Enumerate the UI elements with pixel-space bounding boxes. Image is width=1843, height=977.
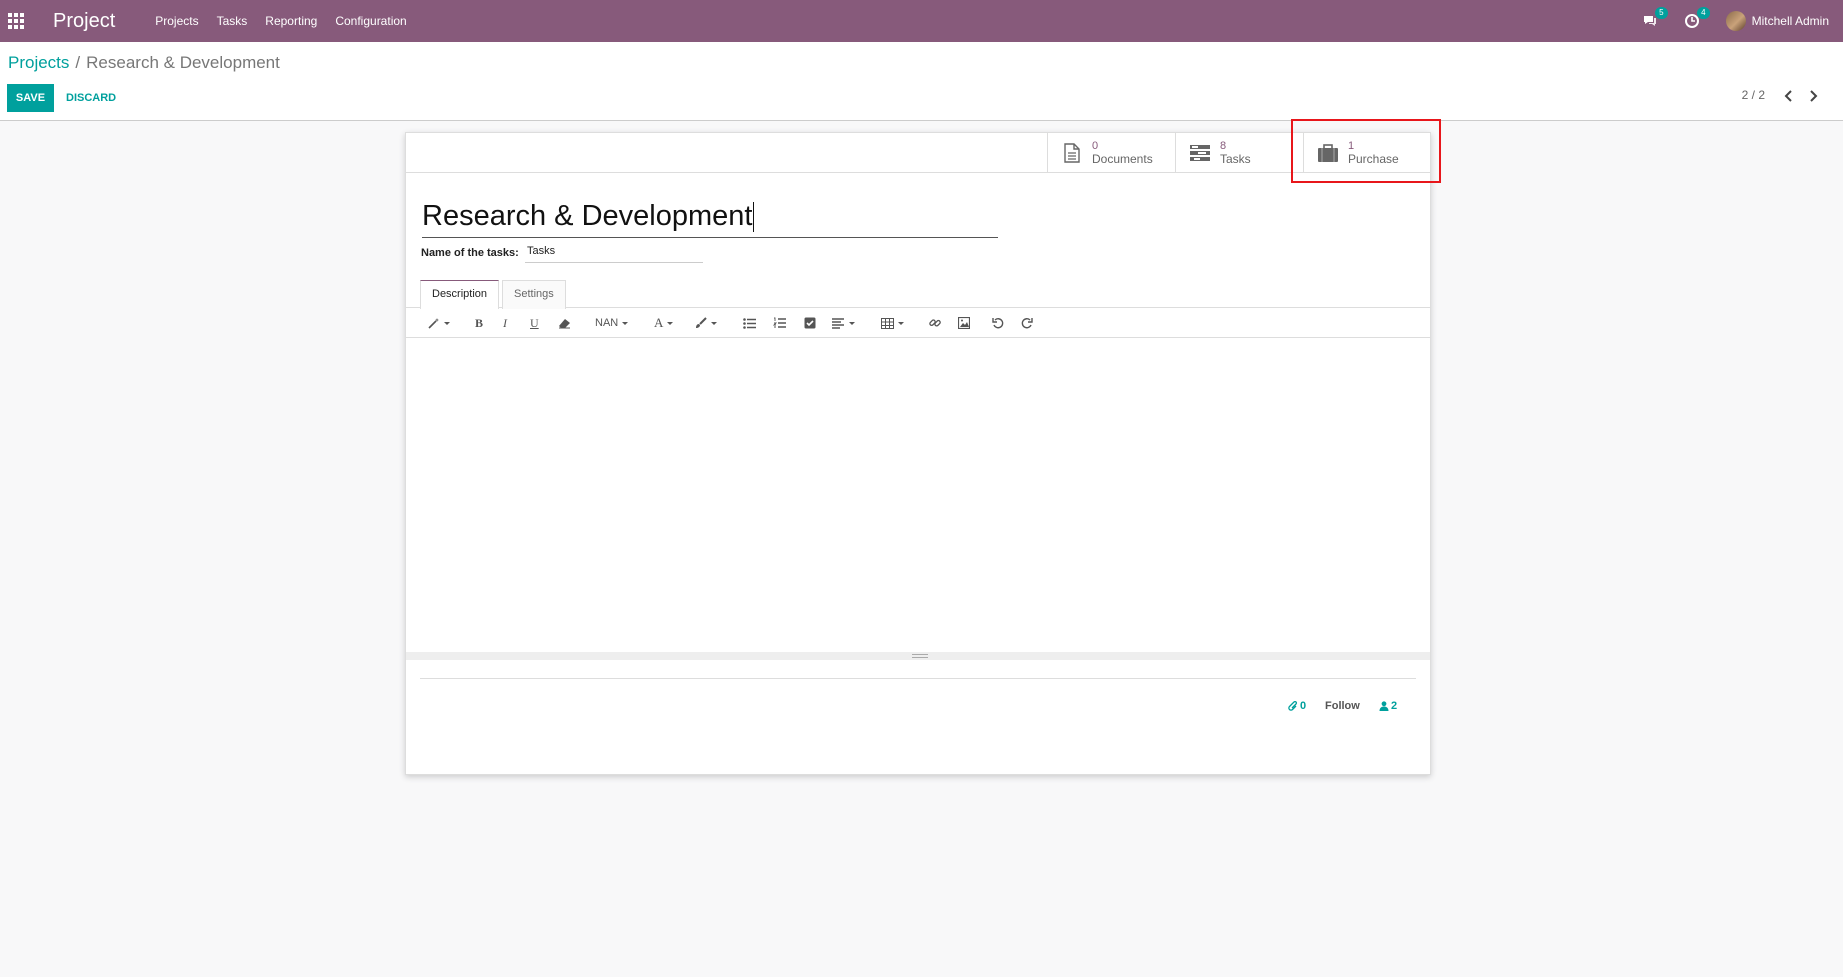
avatar: [1725, 11, 1746, 31]
messages-badge: 5: [1655, 7, 1668, 19]
paperclip-icon: [1288, 700, 1298, 711]
description-editor[interactable]: [406, 339, 1430, 651]
bullet-list-button[interactable]: [743, 315, 756, 331]
project-name-value: Research & Development: [422, 200, 753, 232]
bold-button[interactable]: B: [475, 315, 483, 331]
bullet-list-icon: [743, 317, 756, 329]
purchase-smart-button[interactable]: 1 Purchase: [1303, 133, 1431, 173]
tasks-name-label: Name of the tasks:: [421, 247, 519, 259]
undo-button[interactable]: [992, 315, 1004, 331]
menu-reporting[interactable]: Reporting: [265, 14, 317, 28]
app-title[interactable]: Project: [53, 10, 115, 33]
user-name: Mitchell Admin: [1751, 14, 1829, 28]
apps-menu-icon[interactable]: [8, 13, 24, 29]
purchase-label: Purchase: [1348, 152, 1399, 166]
image-button[interactable]: [958, 315, 970, 331]
magic-wand-icon: [428, 318, 439, 329]
tasks-list-icon: [1190, 143, 1210, 163]
align-left-icon: [832, 317, 844, 329]
eraser-icon: [559, 318, 570, 328]
tab-description[interactable]: Description: [420, 280, 500, 309]
pager-next-button[interactable]: [1803, 86, 1823, 106]
form-sheet: 0 Documents 8 Tasks 1 Purchase Research …: [405, 132, 1431, 775]
activities-clock-icon[interactable]: 4: [1684, 7, 1710, 29]
pager-previous-button[interactable]: [1779, 86, 1799, 106]
link-button[interactable]: [929, 315, 941, 331]
style-dropdown-button[interactable]: [428, 315, 450, 331]
table-dropdown[interactable]: [881, 315, 904, 331]
numbered-list-button[interactable]: [773, 315, 786, 331]
redo-button[interactable]: [1021, 315, 1033, 331]
user-icon: [1379, 701, 1389, 711]
menu-projects[interactable]: Projects: [155, 14, 198, 28]
redo-icon: [1021, 318, 1033, 329]
briefcase-icon: [1318, 143, 1338, 163]
editor-resize-handle[interactable]: [406, 652, 1430, 660]
notebook-tabs: Description Settings: [406, 278, 1430, 309]
documents-label: Documents: [1092, 152, 1153, 166]
main-menu: Projects Tasks Reporting Configuration: [155, 14, 424, 28]
menu-configuration[interactable]: Configuration: [335, 14, 406, 28]
tasks-smart-button[interactable]: 8 Tasks: [1175, 133, 1303, 173]
top-navbar: Project Projects Tasks Reporting Configu…: [0, 0, 1843, 42]
paragraph-align-dropdown[interactable]: [832, 315, 855, 331]
paint-brush-icon: [696, 317, 707, 328]
tasks-name-input[interactable]: Tasks: [525, 245, 703, 263]
chatter-divider: [420, 678, 1416, 679]
activities-badge: 4: [1697, 7, 1710, 19]
font-color-icon: A: [654, 315, 664, 330]
italic-button[interactable]: I: [503, 315, 507, 331]
checklist-button[interactable]: [804, 315, 816, 331]
font-size-dropdown[interactable]: NAN: [595, 315, 629, 331]
document-icon: [1062, 143, 1082, 163]
tab-settings[interactable]: Settings: [502, 280, 566, 309]
breadcrumb-current: Research & Development: [86, 53, 280, 72]
control-panel: Projects / Research & Development SAVE DIS…: [0, 42, 1843, 121]
follow-button[interactable]: Follow: [1325, 698, 1360, 714]
attachments-button[interactable]: 0: [1288, 698, 1306, 714]
background-color-dropdown[interactable]: [695, 315, 717, 331]
project-name-input[interactable]: Research & Development: [422, 197, 998, 238]
breadcrumb-separator: /: [75, 53, 81, 72]
font-size-value: NAN: [595, 317, 619, 329]
followers-count: 2: [1391, 700, 1398, 712]
numbered-list-icon: [773, 317, 786, 328]
messages-icon[interactable]: 5: [1642, 7, 1668, 29]
undo-icon: [992, 318, 1004, 329]
font-color-dropdown[interactable]: A: [654, 315, 674, 331]
documents-smart-button[interactable]: 0 Documents: [1047, 133, 1175, 173]
user-menu[interactable]: Mitchell Admin: [1725, 11, 1829, 31]
smart-button-box: 0 Documents 8 Tasks 1 Purchase: [406, 133, 1430, 173]
systray: 5 4 Mitchell Admin: [1642, 0, 1843, 42]
chevron-left-icon: [1784, 90, 1792, 102]
chevron-right-icon: [1810, 90, 1818, 102]
pager-value[interactable]: 2 / 2: [1742, 88, 1765, 102]
resize-grip-icon: [912, 654, 928, 658]
menu-tasks[interactable]: Tasks: [217, 14, 248, 28]
discard-button[interactable]: DISCARD: [66, 84, 116, 112]
followers-button[interactable]: 2: [1379, 698, 1397, 714]
link-icon: [929, 319, 941, 327]
tasks-label: Tasks: [1220, 152, 1251, 166]
breadcrumb: Projects / Research & Development: [8, 53, 280, 73]
editor-toolbar: B I U NAN A: [406, 308, 1430, 338]
eraser-button[interactable]: [558, 315, 571, 331]
image-icon: [958, 317, 970, 329]
save-button[interactable]: SAVE: [7, 84, 54, 112]
text-cursor: [753, 202, 755, 233]
attachments-count: 0: [1300, 700, 1307, 712]
breadcrumb-projects-link[interactable]: Projects: [8, 53, 69, 72]
table-icon: [881, 317, 894, 329]
underline-button[interactable]: U: [530, 315, 539, 331]
checkbox-icon: [804, 317, 816, 329]
